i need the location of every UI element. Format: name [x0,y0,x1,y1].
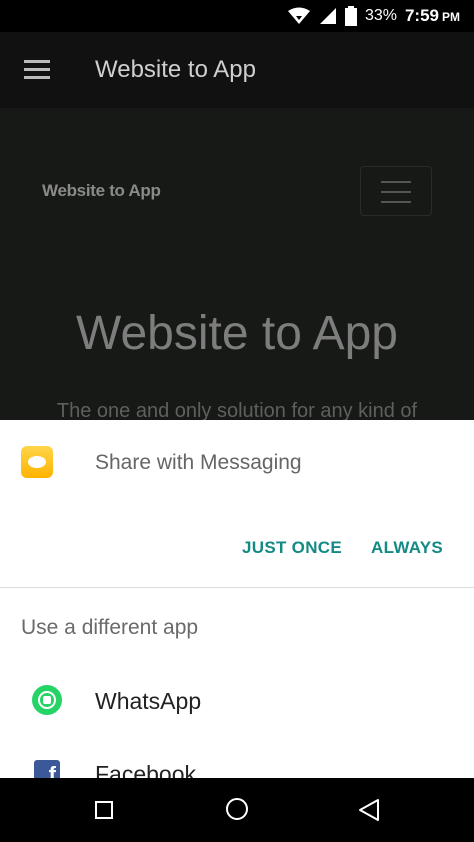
hero-subtitle: The one and only solution for any kind o… [56,400,418,420]
clock-ampm: PM [442,10,460,24]
messaging-icon [21,446,53,478]
battery-percent: 33% [364,7,397,24]
just-once-button[interactable]: JUST ONCE [242,538,342,558]
back-icon[interactable] [358,798,380,822]
home-icon[interactable] [226,798,248,820]
site-menu-button[interactable] [360,166,432,216]
clock-time: 7:59 [404,6,439,25]
wifi-icon [287,7,310,24]
app-item-whatsapp[interactable]: WhatsApp [0,665,474,735]
app-item-label: WhatsApp [95,688,202,714]
status-bar: 33% 7:59 PM [0,0,474,32]
always-button[interactable]: ALWAYS [371,538,443,558]
battery-icon [344,6,357,26]
share-title: Share with Messaging [95,451,302,474]
hero-title: Website to App [76,307,398,360]
navigation-bar [0,778,474,842]
whatsapp-icon [32,685,62,715]
share-sheet: Share with Messaging JUST ONCE ALWAYS Us… [0,420,474,778]
app-title: Website to App [95,56,256,83]
different-app-label: Use a different app [21,616,199,639]
menu-icon[interactable] [24,60,50,80]
app-bar: Website to App [0,32,474,108]
signal-icon [319,8,336,24]
site-logo: Website to App [42,181,161,200]
app-item-facebook[interactable]: f Facebook [0,738,474,778]
facebook-icon: f [34,760,60,778]
share-sheet-header: Share with Messaging [0,420,474,504]
webview-content: Website to App Website to App The one an… [0,108,474,420]
divider [0,587,474,588]
status-icons: 33% 7:59 PM [287,0,460,32]
recents-icon[interactable] [95,801,113,819]
clock: 7:59 PM [405,6,460,26]
app-item-label: Facebook [95,761,197,778]
